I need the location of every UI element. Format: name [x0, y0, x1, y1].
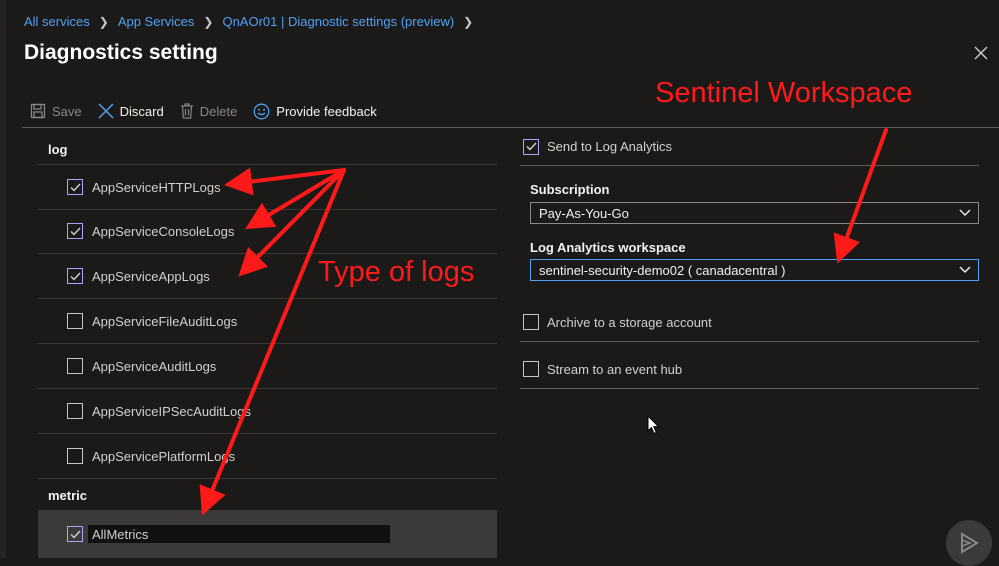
- provide-feedback-button[interactable]: Provide feedback: [253, 103, 377, 120]
- log-label: AppServiceIPSecAuditLogs: [92, 403, 251, 419]
- metric-row-all-metrics[interactable]: AllMetrics: [38, 510, 497, 558]
- page-title: Diagnostics setting: [24, 41, 218, 64]
- chevron-right-icon: ❯: [463, 14, 474, 29]
- checkbox-file-audit-logs[interactable]: [67, 313, 83, 329]
- mouse-pointer-icon: [647, 415, 660, 435]
- feedback-label: Provide feedback: [276, 103, 377, 119]
- log-section-header: log: [48, 142, 68, 157]
- checkbox-stream-event-hub[interactable]: [523, 361, 539, 377]
- log-label: AppServiceAuditLogs: [92, 358, 217, 374]
- send-to-log-analytics-label: Send to Log Analytics: [547, 139, 673, 154]
- trash-icon: [180, 103, 193, 119]
- workspace-dropdown[interactable]: sentinel-security-demo02 ( canadacentral…: [530, 259, 979, 281]
- log-row-audit[interactable]: AppServiceAuditLogs: [38, 344, 497, 389]
- log-label: AppServiceHTTPLogs: [92, 179, 221, 195]
- subscription-label: Subscription: [530, 182, 610, 197]
- sentinel-workspace-annotation: Sentinel Workspace: [655, 77, 913, 109]
- log-label: AppServicePlatformLogs: [92, 448, 236, 464]
- play-badge[interactable]: [946, 520, 992, 566]
- log-row-platform[interactable]: AppServicePlatformLogs: [38, 434, 497, 479]
- checkbox-audit-logs[interactable]: [67, 358, 83, 374]
- checkbox-ipsec-audit-logs[interactable]: [67, 403, 83, 419]
- save-icon: [30, 103, 46, 119]
- checkbox-all-metrics[interactable]: [67, 526, 83, 542]
- breadcrumb: All services ❯ App Services ❯ QnAOr01 | …: [24, 14, 482, 29]
- close-button[interactable]: [971, 44, 991, 64]
- checkmark-icon: [70, 272, 81, 281]
- chevron-down-icon: [959, 266, 971, 273]
- log-label: AppServiceAppLogs: [92, 268, 210, 284]
- delete-button[interactable]: Delete: [180, 103, 238, 119]
- checkbox-archive-storage[interactable]: [523, 314, 539, 330]
- save-button[interactable]: Save: [30, 103, 82, 119]
- discard-button[interactable]: Discard: [98, 103, 164, 119]
- subscription-dropdown[interactable]: Pay-As-You-Go: [530, 202, 979, 224]
- checkmark-icon: [70, 530, 81, 539]
- checkbox-http-logs[interactable]: [67, 179, 83, 195]
- chevron-down-icon: [959, 209, 971, 216]
- subscription-value: Pay-As-You-Go: [539, 205, 629, 221]
- left-edge-strip: [0, 0, 6, 558]
- destination-panel: Send to Log Analytics Subscription Pay-A…: [520, 128, 979, 428]
- play-icon: [961, 532, 979, 554]
- checkbox-app-logs[interactable]: [67, 268, 83, 284]
- type-of-logs-annotation: Type of logs: [318, 256, 475, 288]
- checkbox-send-to-log-analytics[interactable]: [523, 138, 539, 155]
- metric-label: AllMetrics: [92, 526, 149, 542]
- log-label: AppServiceConsoleLogs: [92, 223, 235, 239]
- log-categories-panel: log AppServiceHTTPLogs AppServiceConsole…: [38, 128, 497, 558]
- checkmark-icon: [526, 142, 537, 151]
- log-row-http[interactable]: AppServiceHTTPLogs: [38, 164, 497, 210]
- breadcrumb-app-services[interactable]: App Services: [118, 14, 195, 29]
- metric-section-header: metric: [48, 488, 88, 503]
- discard-label: Discard: [119, 103, 164, 119]
- archive-storage-label: Archive to a storage account: [547, 314, 712, 330]
- workspace-value: sentinel-security-demo02 ( canadacentral…: [539, 262, 786, 278]
- log-row-console[interactable]: AppServiceConsoleLogs: [38, 209, 497, 254]
- chevron-right-icon: ❯: [203, 14, 214, 29]
- workspace-label: Log Analytics workspace: [530, 240, 686, 255]
- stream-event-hub-row[interactable]: Stream to an event hub: [520, 350, 979, 389]
- send-to-log-analytics-row[interactable]: Send to Log Analytics: [520, 128, 979, 166]
- checkbox-console-logs[interactable]: [67, 223, 83, 239]
- breadcrumb-all-services[interactable]: All services: [24, 14, 90, 29]
- checkmark-icon: [70, 227, 81, 236]
- archive-storage-row[interactable]: Archive to a storage account: [520, 303, 979, 342]
- chevron-right-icon: ❯: [98, 14, 109, 29]
- smiley-icon: [253, 103, 270, 119]
- save-label: Save: [52, 103, 82, 119]
- close-icon: [974, 46, 988, 60]
- log-row-file-audit[interactable]: AppServiceFileAuditLogs: [38, 299, 497, 344]
- log-row-ipsec-audit[interactable]: AppServiceIPSecAuditLogs: [38, 389, 497, 434]
- delete-label: Delete: [199, 103, 238, 119]
- toolbar: Save Discard Delete Provide feedback: [30, 100, 393, 122]
- breadcrumb-diagnostic-settings[interactable]: QnAOr01 | Diagnostic settings (preview): [222, 14, 454, 29]
- checkbox-platform-logs[interactable]: [67, 448, 83, 464]
- log-label: AppServiceFileAuditLogs: [92, 313, 238, 329]
- discard-icon: [98, 103, 114, 119]
- stream-event-hub-label: Stream to an event hub: [547, 361, 683, 377]
- checkmark-icon: [70, 183, 81, 192]
